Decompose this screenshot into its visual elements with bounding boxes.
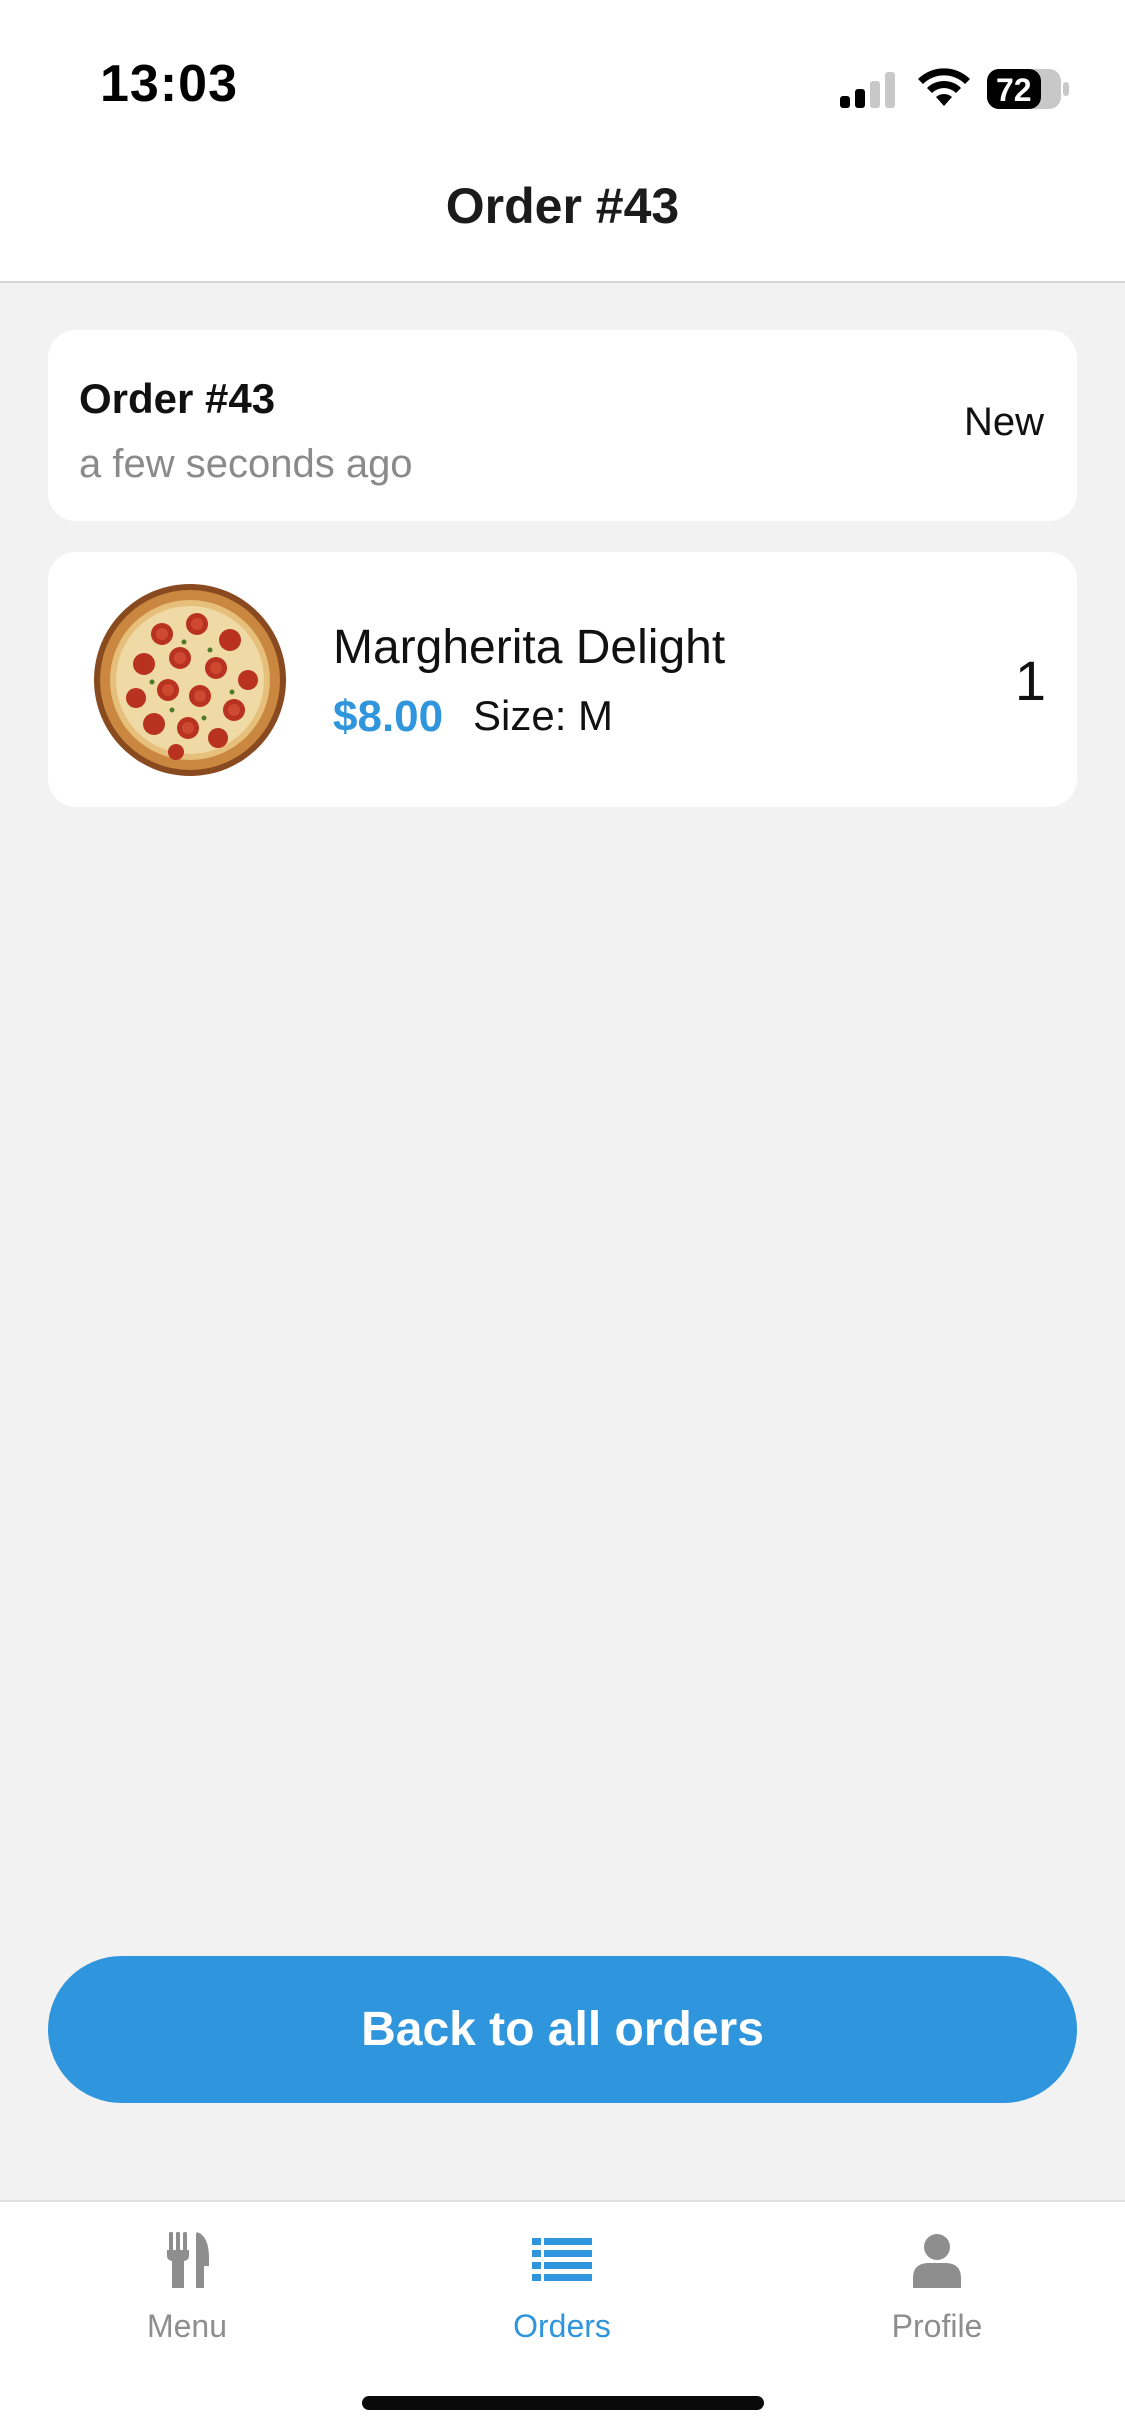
status-time: 13:03	[100, 55, 238, 113]
list-icon	[532, 2238, 592, 2281]
tab-orders-label: Orders	[513, 2308, 611, 2344]
order-summary-card: Order #43 a few seconds ago New	[48, 330, 1077, 521]
page-title: Order #43	[445, 177, 680, 234]
order-title: Order #43	[79, 375, 276, 422]
tab-menu[interactable]: Menu	[37, 2230, 337, 2360]
order-time: a few seconds ago	[79, 442, 413, 486]
item-size: Size: M	[473, 692, 614, 739]
pizza-image	[94, 584, 286, 776]
back-to-orders-button[interactable]: Back to all orders	[48, 1956, 1077, 2103]
item-name: Margherita Delight	[333, 621, 726, 674]
tab-profile-label: Profile	[891, 2308, 983, 2344]
order-status-badge: New	[963, 400, 1044, 444]
order-item-card: Margherita Delight $8.00 Size: M 1	[48, 552, 1077, 807]
user-icon	[913, 2234, 961, 2288]
tab-profile[interactable]: Profile	[787, 2230, 1087, 2360]
nav-header: Order #43	[0, 150, 1125, 283]
cutlery-icon	[167, 2232, 209, 2288]
tab-menu-label: Menu	[146, 2308, 228, 2344]
battery-level: 72	[996, 72, 1032, 108]
item-quantity: 1	[1014, 649, 1046, 712]
wifi-icon	[918, 68, 970, 106]
status-bar: 13:03 72	[0, 0, 1125, 150]
signal-icon	[840, 72, 895, 108]
battery-icon: 72	[986, 68, 1070, 110]
tab-orders[interactable]: Orders	[412, 2230, 712, 2360]
item-price: $8.00	[333, 692, 444, 741]
home-indicator	[362, 2396, 764, 2410]
